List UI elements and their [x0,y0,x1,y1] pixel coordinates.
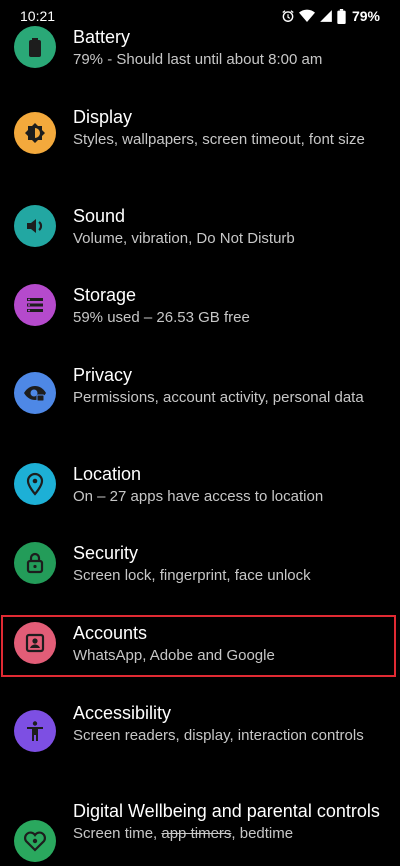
settings-text: Battery 79% - Should last until about 8:… [73,26,380,70]
settings-text: Storage 59% used – 26.53 GB free [73,284,380,328]
settings-item-storage[interactable]: Storage 59% used – 26.53 GB free [0,284,400,336]
wifi-icon [298,9,315,22]
settings-title: Accounts [73,623,148,643]
status-time: 10:21 [20,8,56,24]
settings-subtitle: 59% used – 26.53 GB free [73,309,250,326]
subtitle-part: , bedtime [231,825,294,842]
settings-icon-circle [14,284,56,326]
battery-icon [29,38,41,57]
settings-text: Privacy Permissions, account activity, p… [73,364,380,408]
settings-icon-circle [14,622,56,664]
settings-title: Security [73,543,139,563]
settings-item-privacy[interactable]: Privacy Permissions, account activity, p… [0,364,400,432]
brightness-icon [25,123,45,143]
settings-subtitle: Screen time, app timers, bedtime [73,824,380,844]
storage-icon [27,298,43,312]
settings-title: Display [73,107,133,127]
settings-icon-circle [14,26,56,68]
settings-subtitle: 79% - Should last until about 8:00 am [73,51,323,68]
settings-title: Location [73,464,142,484]
settings-text: Display Styles, wallpapers, screen timeo… [73,106,380,150]
settings-subtitle: Volume, vibration, Do Not Disturb [73,230,295,247]
settings-item-accounts[interactable]: Accounts WhatsApp, Adobe and Google [0,622,400,674]
settings-text: Accounts WhatsApp, Adobe and Google [73,622,380,666]
settings-text: Location On – 27 apps have access to loc… [73,463,380,507]
alarm-icon [282,10,294,22]
settings-text: Security Screen lock, fingerprint, face … [73,542,380,586]
settings-subtitle: Permissions, account activity, personal … [73,389,364,406]
settings-title: Storage [73,285,137,305]
settings-title: Battery [73,27,131,47]
status-icons [281,8,346,24]
settings-title: Privacy [73,365,133,385]
eye-lock-icon [24,386,46,402]
settings-icon-circle [14,710,56,752]
location-pin-icon [26,472,44,496]
settings-item-location[interactable]: Location On – 27 apps have access to loc… [0,463,400,515]
settings-subtitle: WhatsApp, Adobe and Google [73,647,275,664]
settings-text: Accessibility Screen readers, display, i… [73,702,380,746]
settings-subtitle: On – 27 apps have access to location [73,488,324,505]
subtitle-strikethrough: app timers [161,825,232,842]
settings-icon-circle [14,820,56,862]
account-box-icon [25,633,45,653]
settings-item-battery[interactable]: Battery 79% - Should last until about 8:… [0,26,400,78]
lock-icon [26,552,44,574]
settings-item-digital-wellbeing[interactable]: Digital Wellbeing and parental controls … [0,800,400,866]
settings-subtitle: Screen lock, fingerprint, face unlock [73,567,311,584]
settings-icon-circle [14,542,56,584]
settings-title: Digital Wellbeing and parental controls [73,801,380,821]
settings-subtitle: Screen readers, display, interaction con… [73,727,364,744]
settings-icon-circle [14,112,56,154]
settings-title: Accessibility [73,703,172,723]
settings-item-display[interactable]: Display Styles, wallpapers, screen timeo… [0,106,400,174]
status-battery-percent: 79% [351,8,380,24]
status-right: 79% [281,8,380,24]
subtitle-part: Screen time, [73,825,162,842]
settings-title: Sound [73,206,126,226]
battery-icon [337,8,346,24]
settings-text: Sound Volume, vibration, Do Not Disturb [73,205,380,249]
settings-text: Digital Wellbeing and parental controls … [73,800,380,844]
settings-icon-circle [14,463,56,505]
settings-icon-circle [14,372,56,414]
settings-subtitle: Styles, wallpapers, screen timeout, font… [73,131,365,148]
settings-item-security[interactable]: Security Screen lock, fingerprint, face … [0,542,400,594]
settings-item-sound[interactable]: Sound Volume, vibration, Do Not Disturb [0,205,400,257]
accessibility-icon [27,721,43,741]
wellbeing-heart-icon [24,831,46,852]
signal-icon [320,10,332,22]
volume-icon [27,219,43,233]
settings-item-accessibility[interactable]: Accessibility Screen readers, display, i… [0,702,400,770]
settings-icon-circle [14,205,56,247]
